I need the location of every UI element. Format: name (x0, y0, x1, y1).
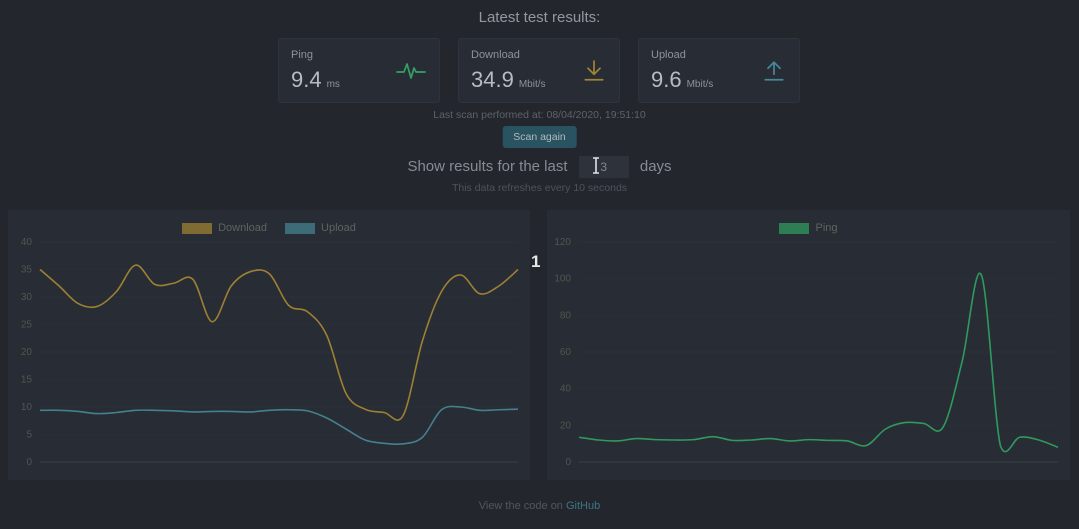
svg-text:10: 10 (21, 402, 33, 413)
page-title: Latest test results: (478, 9, 601, 26)
svg-text:80: 80 (560, 310, 572, 321)
filter-suffix-text: days (639, 157, 672, 175)
upload-card: Upload 9.6 Mbit/s (638, 38, 800, 103)
result-cards: Ping 9.4 ms Download 34.9 Mbit/s Upload … (278, 38, 800, 103)
svg-text:30: 30 (21, 292, 33, 303)
legend-item-upload[interactable]: Upload (285, 222, 356, 234)
legend-swatch-upload (285, 222, 316, 234)
svg-text:40: 40 (560, 384, 572, 395)
svg-text:15: 15 (21, 375, 33, 386)
pulse-icon (396, 60, 426, 82)
svg-text:100: 100 (554, 274, 571, 285)
legend-swatch-download (182, 222, 213, 234)
series-line-upload (39, 405, 519, 446)
legend-item-download[interactable]: Download (182, 222, 267, 234)
refresh-note: This data refreshes every 10 seconds (451, 182, 628, 194)
footer-text: View the code on (478, 500, 563, 512)
last-scan-text: Last scan performed at: 08/04/2020, 19:5… (433, 109, 646, 121)
download-upload-chart: 0 5 10 15 20 25 30 35 40 (21, 237, 519, 468)
text-cursor-icon (591, 157, 601, 174)
svg-text:0: 0 (26, 457, 32, 468)
svg-text:35: 35 (21, 265, 33, 276)
download-card-label: Download (471, 49, 520, 61)
svg-text:20: 20 (560, 420, 572, 431)
days-input[interactable] (578, 156, 629, 178)
filter-prefix-text: Show results for the last (407, 157, 568, 175)
legend-label: Download (218, 222, 268, 234)
github-link[interactable]: GitHub (566, 500, 600, 512)
legend-label: Ping (815, 222, 838, 234)
legend-swatch-ping (779, 222, 810, 234)
download-icon (582, 59, 606, 83)
series-line-download (39, 264, 519, 421)
svg-text:25: 25 (21, 320, 33, 331)
ping-value: 9.4 (291, 67, 322, 92)
upload-card-label: Upload (651, 49, 686, 61)
filter-row: Show results for the last days (0, 156, 1079, 178)
ping-card-label: Ping (291, 49, 314, 61)
download-value: 34.9 (471, 67, 514, 92)
download-upload-legend: Download Upload (8, 222, 530, 234)
ping-chart: 0 20 40 60 80 100 120 (554, 237, 1059, 468)
svg-text:120: 120 (554, 237, 571, 248)
ping-unit: ms (326, 79, 340, 90)
svg-text:5: 5 (26, 430, 32, 441)
upload-icon (762, 59, 786, 83)
download-unit: Mbit/s (518, 79, 546, 90)
svg-text:0: 0 (565, 457, 571, 468)
legend-item-ping[interactable]: Ping (779, 222, 838, 234)
annotation-1: 1 (531, 252, 541, 271)
legend-label: Upload (321, 222, 356, 234)
ping-card: Ping 9.4 ms (278, 38, 440, 103)
ping-legend: Ping (547, 222, 1070, 234)
upload-value: 9.6 (651, 67, 682, 92)
ping-chart-panel: Ping 0 20 40 60 80 100 120 (547, 210, 1070, 480)
download-card: Download 34.9 Mbit/s (458, 38, 620, 103)
upload-unit: Mbit/s (686, 79, 714, 90)
footer: View the code on GitHub (0, 500, 1079, 512)
svg-text:40: 40 (21, 237, 33, 248)
svg-text:20: 20 (21, 347, 33, 358)
svg-text:60: 60 (560, 347, 572, 358)
scan-again-button[interactable]: Scan again (502, 126, 577, 148)
download-upload-chart-panel: Download Upload 0 5 10 15 20 25 30 35 40 (8, 210, 530, 480)
